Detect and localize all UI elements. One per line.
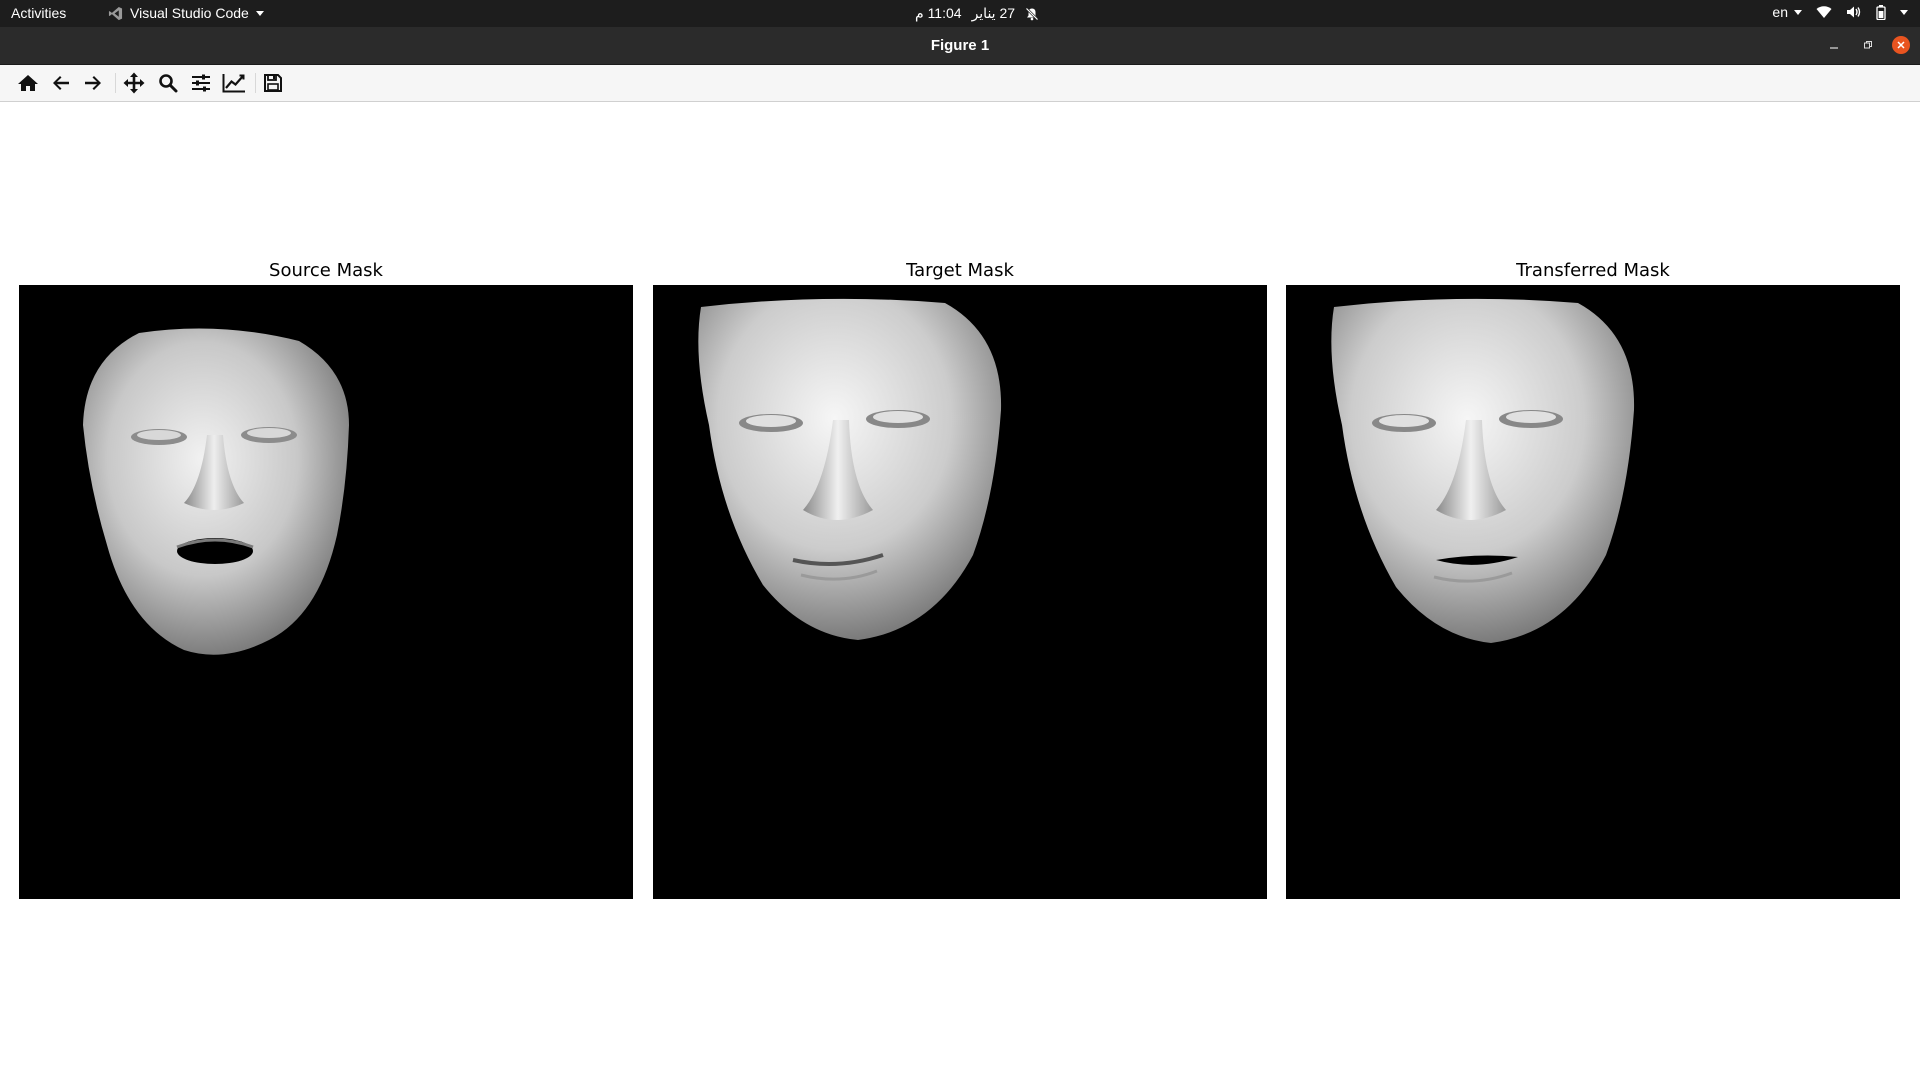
home-icon: [18, 75, 38, 91]
configure-subplots-button[interactable]: [188, 70, 214, 96]
edit-axis-icon: [222, 74, 245, 93]
edit-axis-button[interactable]: [221, 70, 247, 96]
close-icon: [1897, 41, 1905, 49]
save-button[interactable]: [260, 70, 286, 96]
restore-icon: [1864, 41, 1872, 49]
back-button[interactable]: [48, 70, 74, 96]
clock[interactable]: 11:04 م 27 يناير: [915, 5, 1039, 22]
transferred-mask-axes[interactable]: [1286, 285, 1900, 899]
pan-icon: [123, 72, 145, 94]
source-mask-axes[interactable]: [19, 285, 633, 899]
source-mask-title: Source Mask: [269, 260, 383, 281]
toolbar-separator: [115, 73, 116, 93]
transferred-mask-title: Transferred Mask: [1516, 260, 1670, 281]
toolbar-separator: [255, 73, 256, 93]
battery-icon: [1876, 4, 1886, 20]
system-menu-icon[interactable]: [1900, 9, 1908, 15]
back-icon: [53, 76, 69, 90]
window-title: Figure 1: [930, 37, 990, 54]
source-face-image: [83, 328, 349, 655]
configure-subplots-icon: [192, 74, 210, 92]
keyboard-layout: en: [1772, 4, 1788, 20]
zoom-icon: [159, 74, 178, 93]
app-name: Visual Studio Code: [130, 5, 249, 21]
pan-button[interactable]: [121, 70, 147, 96]
chevron-down-icon: [1794, 9, 1802, 15]
notifications-muted-icon: [1025, 7, 1039, 20]
forward-icon: [85, 76, 101, 90]
restore-button[interactable]: [1859, 36, 1877, 54]
forward-button[interactable]: [80, 70, 106, 96]
figure-canvas[interactable]: Source Mask Target Mask Transferred Mask: [0, 102, 1920, 1080]
save-icon: [264, 74, 282, 92]
system-tray[interactable]: en: [1772, 4, 1908, 20]
minimize-button[interactable]: [1825, 36, 1843, 54]
target-face-image: [698, 298, 1002, 640]
activities-button[interactable]: Activities: [11, 5, 66, 21]
zoom-button[interactable]: [155, 70, 181, 96]
target-mask-title: Target Mask: [906, 260, 1014, 281]
keyboard-layout-menu[interactable]: en: [1772, 4, 1802, 20]
matplotlib-toolbar: [0, 65, 1920, 102]
volume-icon: [1847, 6, 1861, 18]
gnome-top-bar: Activities Visual Studio Code 11:04 م 27…: [0, 0, 1920, 27]
clock-date: 27 يناير: [971, 5, 1016, 21]
window-title-bar[interactable]: Figure 1: [0, 27, 1920, 65]
clock-time: 11:04 م: [915, 5, 962, 21]
close-button[interactable]: [1892, 36, 1910, 54]
chevron-down-icon: [255, 10, 264, 16]
vscode-icon: [108, 6, 123, 20]
home-button[interactable]: [15, 70, 41, 96]
transferred-face-image: [1331, 298, 1635, 643]
minimize-icon: [1830, 47, 1838, 49]
target-mask-axes[interactable]: [653, 285, 1267, 899]
app-menu[interactable]: Visual Studio Code: [108, 5, 264, 21]
wifi-icon: [1816, 6, 1832, 18]
